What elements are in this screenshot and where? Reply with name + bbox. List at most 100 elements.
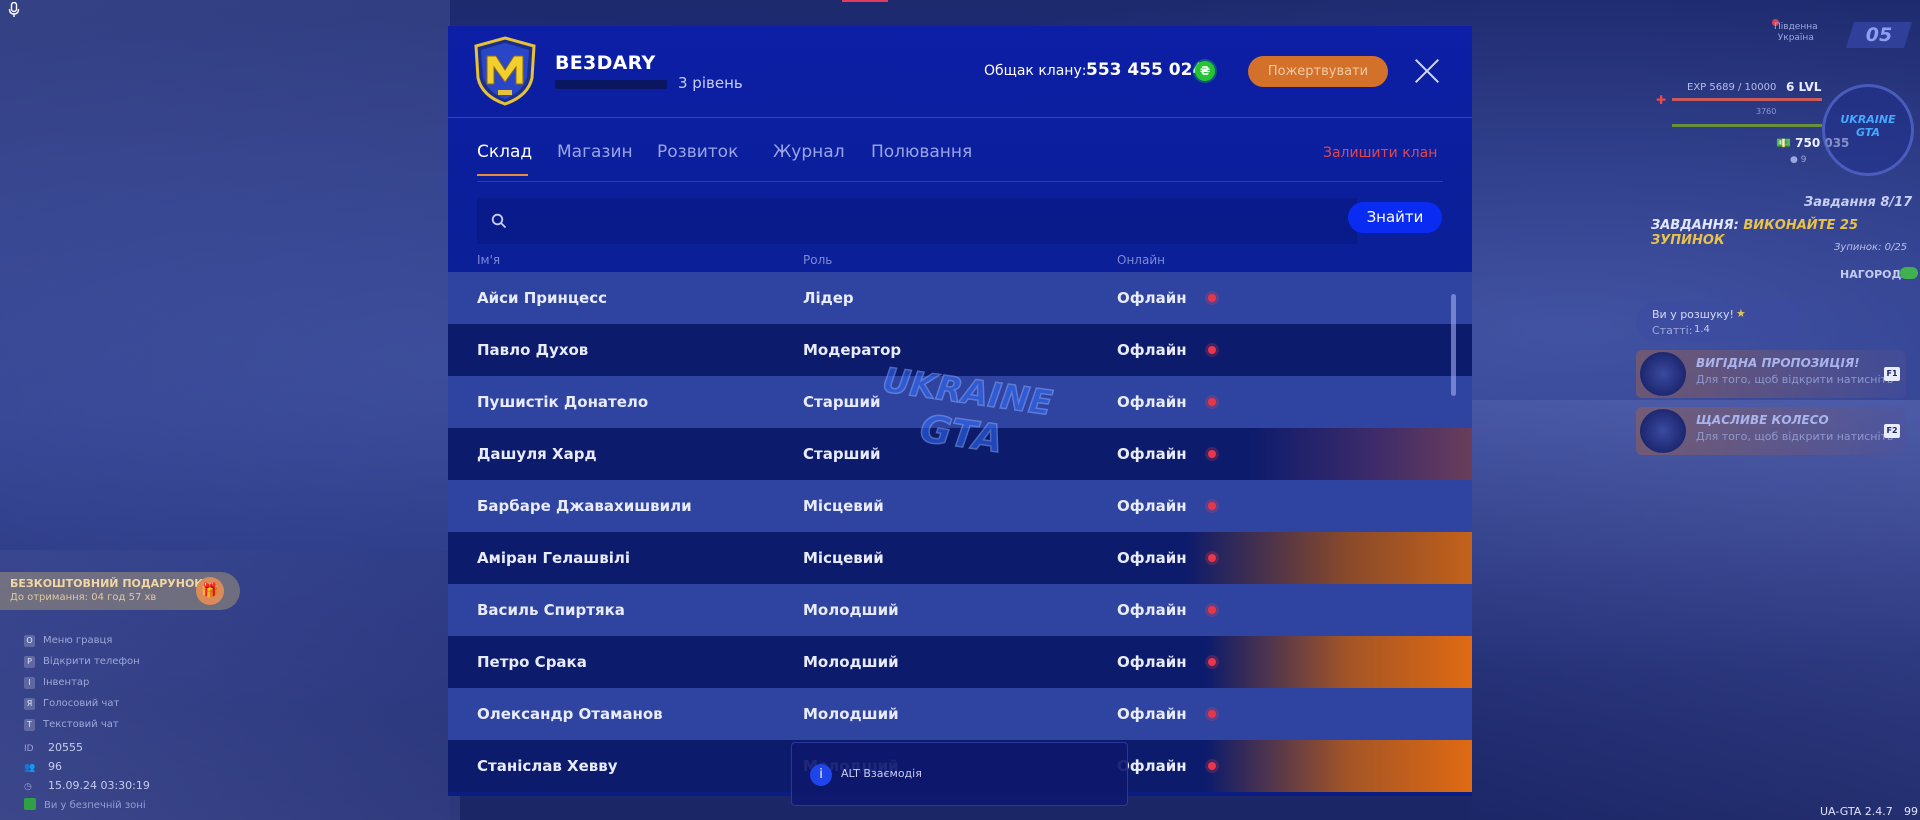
clan-funds-value: 553 455 024 bbox=[1086, 60, 1205, 80]
tab-development[interactable]: Розвиток bbox=[657, 142, 738, 162]
promo-key: F2 bbox=[1884, 424, 1900, 438]
donate-button[interactable]: Пожертвувати bbox=[1248, 56, 1388, 87]
datetime: ◷ 15.09.24 03:30:19 bbox=[24, 779, 150, 792]
offline-dot-icon bbox=[1208, 710, 1216, 718]
gift-title: БЕЗКОШТОВНИЙ ПОДАРУНОК bbox=[10, 577, 204, 590]
member-name: Аміран Гелашвілі bbox=[477, 549, 630, 567]
shield-icon bbox=[24, 798, 36, 810]
users-icon: 👥 bbox=[24, 763, 36, 773]
interaction-hint-text: ALT Взаємодія bbox=[841, 767, 922, 780]
interaction-hint: i ALT Взаємодія bbox=[791, 742, 1128, 806]
tab-hunting[interactable]: Полювання bbox=[871, 142, 972, 162]
promo-offer[interactable]: ВИГІДНА ПРОПОЗИЦІЯ! Для того, щоб відкри… bbox=[1636, 350, 1906, 398]
member-role: Місцевий bbox=[803, 549, 884, 567]
member-name: Дашуля Хард bbox=[477, 445, 597, 463]
fps-counter: 99 bbox=[1904, 805, 1918, 818]
gift-icon: 🎁 bbox=[196, 577, 224, 605]
minimap: UKRAINE GTA bbox=[1822, 84, 1914, 176]
member-status: Офлайн bbox=[1117, 341, 1187, 359]
coins-amount: ● 9 bbox=[1790, 155, 1807, 165]
safe-zone-indicator: Ви у безпечній зоні bbox=[24, 798, 146, 811]
member-name: Айси Принцесс bbox=[477, 289, 607, 307]
member-row[interactable]: Аміран Гелашвілі Місцевий Офлайн bbox=[448, 532, 1472, 584]
online-count: 👥 96 bbox=[24, 760, 62, 773]
promo-lucky-wheel[interactable]: ЩАСЛИВЕ КОЛЕСО Для того, щоб відкрити на… bbox=[1636, 407, 1906, 455]
stamina-bar bbox=[1672, 124, 1822, 127]
offline-dot-icon bbox=[1208, 346, 1216, 354]
wanted-title: Ви у розшуку! bbox=[1652, 308, 1734, 321]
member-name: Олександр Отаманов bbox=[477, 705, 663, 723]
leave-clan-button[interactable]: Залишити клан bbox=[1323, 145, 1437, 161]
keyhint-menu: O Меню гравця bbox=[24, 635, 112, 647]
offline-dot-icon bbox=[1208, 450, 1216, 458]
member-search-input[interactable] bbox=[521, 206, 1341, 236]
task-progress: Завдання 8/17 bbox=[1804, 195, 1913, 210]
offline-dot-icon bbox=[1208, 762, 1216, 770]
search-bar bbox=[477, 198, 1357, 244]
member-name: Пушистік Донатело bbox=[477, 393, 649, 411]
search-icon bbox=[491, 213, 507, 229]
member-status: Офлайн bbox=[1117, 705, 1187, 723]
member-row[interactable]: Василь Спиртяка Молодший Офлайн bbox=[448, 584, 1472, 636]
task-stops: Зупинок: 0/25 bbox=[1834, 242, 1908, 253]
keyhint-inventory: I Інвентар bbox=[24, 677, 89, 689]
promo-title: ВИГІДНА ПРОПОЗИЦІЯ! bbox=[1696, 356, 1860, 370]
tab-shop[interactable]: Магазин bbox=[557, 142, 633, 162]
offline-dot-icon bbox=[1208, 502, 1216, 510]
clan-logo-icon bbox=[474, 36, 536, 106]
keyhint-phone: P Відкрити телефон bbox=[24, 656, 140, 668]
car-icon bbox=[1640, 352, 1686, 396]
tab-warehouse[interactable]: Склад bbox=[477, 142, 532, 162]
top-indicator bbox=[842, 0, 888, 2]
member-name: Станіслав Хевву bbox=[477, 757, 618, 775]
column-header-role: Роль bbox=[803, 253, 833, 267]
info-icon: i bbox=[810, 764, 832, 786]
wheel-icon bbox=[1640, 409, 1686, 453]
offline-dot-icon bbox=[1208, 658, 1216, 666]
game-version: UA-GTA 2.4.7 bbox=[1820, 805, 1893, 818]
member-row[interactable]: Барбаре Джавахишвили Місцевий Офлайн bbox=[448, 480, 1472, 532]
clan-header: BE3DARY 3 рівень Общак клану: 553 455 02… bbox=[448, 26, 1472, 118]
server-number-badge: 05 bbox=[1846, 22, 1912, 48]
member-row[interactable]: Айси Принцесс Лідер Офлайн bbox=[448, 272, 1472, 324]
free-gift-banner[interactable]: БЕЗКОШТОВНИЙ ПОДАРУНОК До отримання: 04 … bbox=[0, 572, 240, 610]
close-icon[interactable] bbox=[1414, 58, 1440, 84]
members-scrollbar[interactable] bbox=[1451, 294, 1456, 396]
member-role: Місцевий bbox=[803, 497, 884, 515]
star-icon: ★ bbox=[1736, 307, 1746, 320]
offline-dot-icon bbox=[1208, 606, 1216, 614]
level-indicator: 6 LVL bbox=[1786, 80, 1822, 94]
clan-level-bar bbox=[555, 80, 667, 89]
tab-journal[interactable]: Журнал bbox=[773, 142, 845, 162]
background-floor-right bbox=[1470, 400, 1920, 820]
reward-icon bbox=[1900, 267, 1918, 279]
money-icon: 💵 bbox=[1776, 136, 1796, 150]
clock-icon: ◷ bbox=[24, 782, 32, 792]
member-name: Петро Срака bbox=[477, 653, 587, 671]
clan-name: BE3DARY bbox=[555, 52, 656, 74]
clan-funds-label: Общак клану: bbox=[984, 63, 1087, 79]
ukraine-gta-watermark-logo: UKRAINE GTA bbox=[879, 360, 1055, 462]
member-role: Молодший bbox=[803, 601, 899, 619]
member-status: Офлайн bbox=[1117, 393, 1187, 411]
members-table: Айси Принцесс Лідер Офлайн Павло Духов М… bbox=[448, 272, 1472, 792]
microphone-icon bbox=[8, 2, 20, 17]
member-row[interactable]: Олександр Отаманов Молодший Офлайн bbox=[448, 688, 1472, 740]
hryvnia-coin-icon: ₴ bbox=[1195, 61, 1215, 81]
member-status: Офлайн bbox=[1117, 653, 1187, 671]
member-role: Лідер bbox=[803, 289, 854, 307]
offline-dot-icon bbox=[1208, 294, 1216, 302]
promo-subtitle: Для того, щоб відкрити натисніть bbox=[1696, 373, 1894, 386]
member-name: Павло Духов bbox=[477, 341, 589, 359]
gift-countdown: До отримання: 04 год 57 хв bbox=[10, 592, 157, 603]
member-row[interactable]: Петро Срака Молодший Офлайн bbox=[448, 636, 1472, 688]
promo-title: ЩАСЛИВЕ КОЛЕСО bbox=[1696, 413, 1829, 427]
region-name: Південна Україна bbox=[1774, 22, 1818, 43]
offline-dot-icon bbox=[1208, 554, 1216, 562]
promo-key: F1 bbox=[1884, 367, 1900, 381]
member-role: Молодший bbox=[803, 653, 899, 671]
id-icon: ID bbox=[24, 744, 34, 754]
hunger-stat: 3760 bbox=[1756, 107, 1777, 116]
keyhint-text-chat: T Текстовий чат bbox=[24, 719, 119, 731]
find-button[interactable]: Знайти bbox=[1348, 202, 1442, 233]
